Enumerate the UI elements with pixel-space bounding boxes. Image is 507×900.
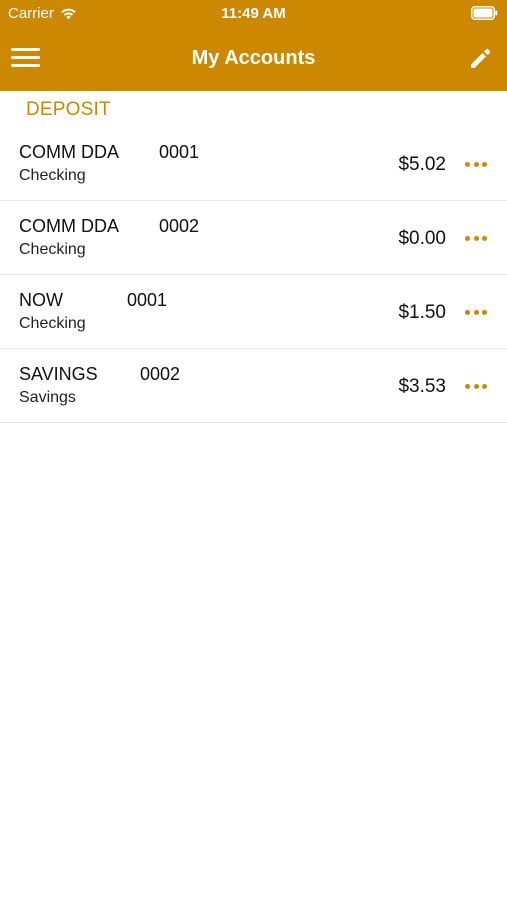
account-type: Savings bbox=[19, 389, 76, 406]
section-header-deposit: DEPOSIT bbox=[26, 99, 111, 120]
pencil-icon bbox=[471, 48, 491, 68]
more-options-icon[interactable] bbox=[465, 382, 487, 390]
app-header: Carrier 11:49 AM My Accounts bbox=[0, 0, 507, 91]
more-options-icon[interactable] bbox=[465, 234, 487, 242]
account-number: 0002 bbox=[140, 364, 181, 384]
account-type: Checking bbox=[19, 315, 86, 332]
account-balance: $1.50 bbox=[398, 302, 446, 323]
account-number: 0001 bbox=[159, 142, 200, 162]
status-time: 11:49 AM bbox=[221, 5, 286, 22]
battery-icon bbox=[471, 6, 498, 20]
status-bar: Carrier 11:49 AM bbox=[0, 0, 507, 28]
account-balance: $5.02 bbox=[398, 154, 446, 175]
account-number: 0002 bbox=[159, 216, 200, 236]
more-options-icon[interactable] bbox=[465, 160, 487, 168]
account-balance: $3.53 bbox=[398, 376, 446, 397]
account-balance: $0.00 bbox=[398, 228, 446, 249]
account-name: COMM DDA bbox=[19, 142, 119, 162]
edit-button[interactable] bbox=[467, 44, 495, 72]
account-type: Checking bbox=[19, 241, 86, 258]
account-row[interactable]: SAVINGS 0002 Savings $3.53 bbox=[0, 349, 507, 423]
account-name: SAVINGS bbox=[19, 364, 98, 384]
navigation-bar: My Accounts bbox=[0, 28, 507, 91]
accounts-list: COMM DDA 0001 Checking $5.02 COMM DDA 00… bbox=[0, 127, 507, 423]
account-row[interactable]: COMM DDA 0002 Checking $0.00 bbox=[0, 201, 507, 275]
account-type: Checking bbox=[19, 167, 86, 184]
account-name: NOW bbox=[19, 290, 63, 310]
account-number: 0001 bbox=[127, 290, 168, 310]
page-title: My Accounts bbox=[191, 47, 316, 69]
account-row[interactable]: COMM DDA 0001 Checking $5.02 bbox=[0, 127, 507, 201]
account-row[interactable]: NOW 0001 Checking $1.50 bbox=[0, 275, 507, 349]
more-options-icon[interactable] bbox=[465, 308, 487, 316]
account-name: COMM DDA bbox=[19, 216, 119, 236]
